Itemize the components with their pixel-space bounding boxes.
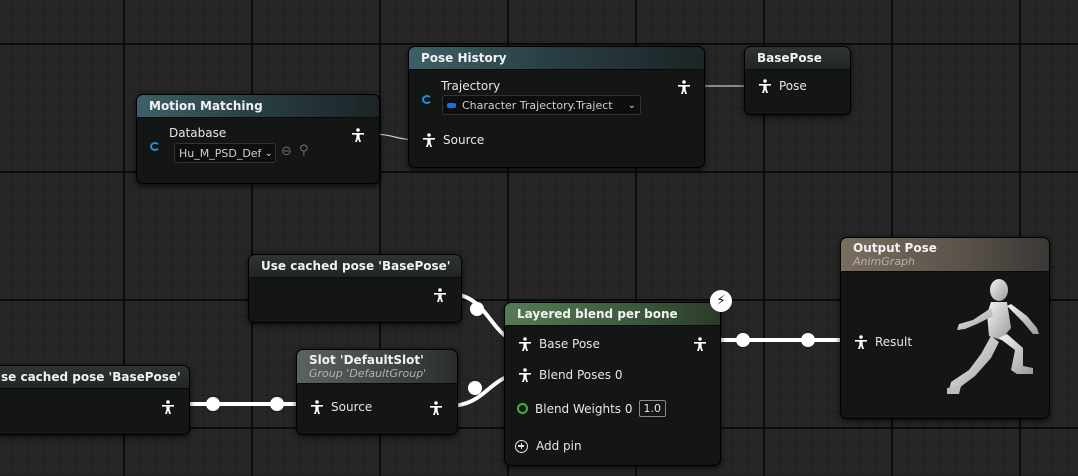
pose-icon xyxy=(422,133,436,147)
node-base-pose[interactable]: BasePose Pose xyxy=(744,46,851,115)
search-icon[interactable]: ⚲ xyxy=(299,143,309,158)
node-subtitle: Group 'DefaultGroup' xyxy=(309,367,427,380)
wire-knot xyxy=(801,333,815,347)
mannequin-icon xyxy=(947,279,1039,394)
pose-icon[interactable] xyxy=(429,401,443,415)
pin-label-base-pose: Base Pose xyxy=(539,337,600,351)
node-title: Layered blend per bone xyxy=(505,303,720,326)
pin-blend-poses-0[interactable]: Blend Poses 0 xyxy=(518,368,622,382)
pin-label-trajectory: Trajectory xyxy=(441,79,501,93)
node-use-cached-pose[interactable]: Use cached pose 'BasePose' xyxy=(248,254,462,323)
database-combo-value: Hu_M_PSD_Def xyxy=(179,146,262,160)
wire-knot xyxy=(736,333,750,347)
wire-knot xyxy=(470,302,484,316)
pose-icon xyxy=(758,79,772,93)
pose-icon[interactable] xyxy=(433,288,447,302)
node-use-cached-pose-2[interactable]: se cached pose 'BasePose' xyxy=(0,365,190,435)
pose-icon[interactable] xyxy=(351,128,365,142)
node-output-pose[interactable]: Output Pose AnimGraph Result xyxy=(840,237,1050,419)
database-combo[interactable]: Hu_M_PSD_Def ⌄ xyxy=(174,143,276,163)
add-pin-icon xyxy=(515,439,528,453)
blend-weights-input[interactable]: 1.0 xyxy=(638,400,666,417)
trajectory-combo-value: Character Trajectory.Traject xyxy=(462,98,613,112)
object-pin-icon[interactable] xyxy=(422,95,432,104)
pose-icon xyxy=(518,337,532,351)
pose-icon[interactable] xyxy=(677,80,691,94)
node-subtitle: AnimGraph xyxy=(853,255,916,268)
node-title: Motion Matching xyxy=(137,95,379,118)
add-pin-label: Add pin xyxy=(536,439,582,453)
fast-path-icon: ⚡ xyxy=(710,290,732,312)
node-title: se cached pose 'BasePose' xyxy=(0,366,189,389)
pin-source[interactable]: Source xyxy=(310,400,372,414)
node-title: Slot 'DefaultSlot' xyxy=(309,353,424,367)
pin-label-blend-poses: Blend Poses 0 xyxy=(539,368,623,382)
float-pin-icon xyxy=(517,403,528,414)
wire-knot xyxy=(270,397,284,411)
node-motion-matching[interactable]: Motion Matching Database Hu_M_PSD_Def ⌄ … xyxy=(136,94,380,184)
pin-base-pose[interactable]: Base Pose xyxy=(518,337,600,351)
pin-label-source: Source xyxy=(443,133,485,147)
wire-knot xyxy=(206,397,220,411)
chevron-down-icon: ⌄ xyxy=(627,99,636,111)
pin-result[interactable]: Result xyxy=(854,335,912,349)
pose-icon[interactable] xyxy=(161,400,175,414)
pin-label-pose: Pose xyxy=(779,79,807,93)
struct-pin-icon xyxy=(447,102,456,108)
add-pin-button[interactable]: Add pin xyxy=(515,439,582,453)
pin-label-source: Source xyxy=(331,400,373,414)
pin-label-blend-weights: Blend Weights 0 xyxy=(535,401,633,416)
node-title: Pose History xyxy=(409,47,704,70)
node-title: Use cached pose 'BasePose' xyxy=(249,255,461,278)
node-title: BasePose xyxy=(745,47,850,70)
pose-icon[interactable] xyxy=(693,337,707,351)
node-title: Output Pose xyxy=(853,241,937,255)
node-header: Slot 'DefaultSlot' Group 'DefaultGroup' xyxy=(297,350,457,384)
pin-label-database: Database xyxy=(169,126,227,140)
node-layered-blend-per-bone[interactable]: Layered blend per bone Base Pose Blend P… xyxy=(504,302,721,466)
object-pin-icon[interactable] xyxy=(150,142,160,151)
trajectory-combo[interactable]: Character Trajectory.Traject ⌄ xyxy=(442,95,641,115)
pin-source[interactable]: Source xyxy=(422,133,484,147)
node-slot[interactable]: Slot 'DefaultSlot' Group 'DefaultGroup' … xyxy=(296,349,458,435)
chevron-down-icon: ⌄ xyxy=(264,147,273,159)
pin-label-result: Result xyxy=(875,335,913,349)
wire-knot xyxy=(468,381,482,395)
pin-blend-weights-0[interactable]: Blend Weights 0 1.0 xyxy=(517,400,666,417)
node-header: Output Pose AnimGraph xyxy=(841,238,1049,272)
pose-icon xyxy=(854,335,868,349)
anim-graph-canvas[interactable]: Motion Matching Database Hu_M_PSD_Def ⌄ … xyxy=(0,0,1078,476)
pose-icon xyxy=(518,368,532,382)
pin-pose[interactable]: Pose xyxy=(758,79,807,93)
browse-icon[interactable]: ⊖ xyxy=(281,144,292,159)
pose-icon xyxy=(310,400,324,414)
node-pose-history[interactable]: Pose History Trajectory Character Trajec… xyxy=(408,46,705,168)
